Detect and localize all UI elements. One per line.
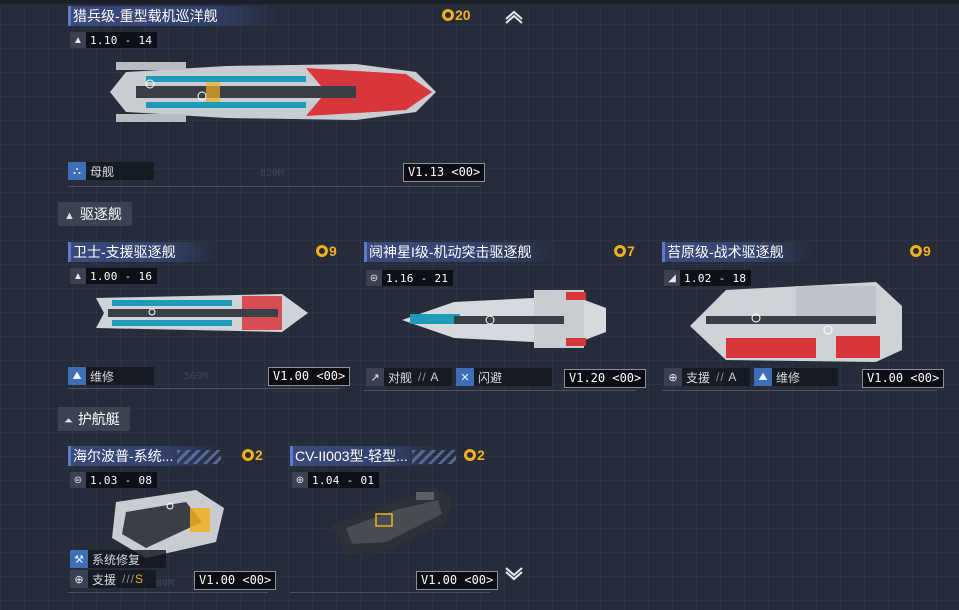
coin-icon [614, 245, 626, 257]
version-label: V1.00 <00> [416, 571, 499, 590]
ship-title: 猎兵级-重型载机巡洋舰 [68, 6, 279, 26]
version-label: V1.13 <00> [403, 163, 486, 182]
role-tag: ⛬ 母舰 [68, 162, 154, 180]
system-repair-icon: ⚒ [70, 550, 88, 568]
section-header-destroyer[interactable]: ▲ 驱逐舰 [58, 202, 132, 226]
version-label: V1.00 <00> [268, 367, 351, 386]
ship-card-yueshen[interactable]: 阋神星I级-机动突击驱逐舰 7 ⊜ 1.16 - 21 ↗ 对舰 // A ✕ … [364, 242, 647, 391]
ship-title: CV-II003型-轻型... [290, 446, 456, 466]
role-tag-2: ⛰ 维修 [754, 368, 838, 386]
ship-class-icon: ⊜ [70, 472, 86, 488]
escort-class-icon: ⏶ [64, 415, 73, 427]
destroyer-class-icon: ▲ [64, 210, 75, 222]
evade-icon: ✕ [456, 368, 474, 386]
coin-icon [442, 9, 454, 21]
ship-cost: 9 [316, 242, 337, 260]
ship-title: 海尔波普-系统... [68, 446, 222, 466]
card-baseline [68, 186, 480, 187]
coin-icon [316, 245, 328, 257]
role-grade: // A [418, 370, 440, 384]
carrier-role-icon: ⛬ [68, 162, 86, 180]
title-stripes [411, 450, 456, 465]
card-baseline [662, 390, 936, 391]
ship-class-icon: ▲ [70, 268, 86, 284]
ship-title: 苔原级-战术驱逐舰 [662, 242, 813, 262]
ship-title: 卫士-支援驱逐舰 [68, 242, 219, 262]
section-header-escort[interactable]: ⏶ 护航艇 [58, 407, 130, 431]
ship-image [96, 294, 308, 332]
coin-icon [464, 449, 476, 461]
coin-icon [242, 449, 254, 461]
ship-card-cv[interactable]: CV-II003型-轻型... 2 ⊕ 1.04 - 01 V1.00 <00> [290, 446, 499, 596]
ship-title: 阋神星I级-机动突击驱逐舰 [364, 242, 559, 262]
role-tag-2: ✕ 闪避 [456, 368, 552, 386]
role-tag-1: ↗ 对舰 // A [366, 368, 452, 386]
repair-icon: ⛰ [754, 368, 772, 386]
ship-cost: 9 [910, 242, 931, 260]
ship-card-carrier[interactable]: 猎兵级-重型载机巡洋舰 20 ▲ 1.10 - 14 ⛬ 母舰 V1.13 <0… [68, 6, 486, 187]
version-label: V1.00 <00> [194, 571, 277, 590]
card-baseline [68, 592, 268, 593]
role-tag-2: ⊕ 支援 ///S [70, 570, 156, 588]
version-tag: ▲ 1.00 - 16 [70, 268, 158, 284]
ship-class-icon: ⊜ [366, 270, 382, 286]
ship-cost: 2 [464, 446, 485, 464]
role-tag-1: ⊕ 支援 // A [664, 368, 750, 386]
support-icon: ⊕ [664, 368, 682, 386]
card-baseline [68, 388, 340, 389]
card-baseline [364, 390, 636, 391]
scroll-down-chevron-icon[interactable] [502, 566, 526, 584]
repair-icon: ⛰ [68, 367, 86, 385]
ship-cost: 20 [442, 6, 471, 24]
anti-ship-icon: ↗ [366, 368, 384, 386]
role-grade: ///S [122, 572, 145, 586]
title-stripes [177, 450, 222, 465]
role-grade: // A [716, 370, 738, 384]
ship-class-icon: ◢ [664, 270, 680, 286]
ship-image [332, 490, 452, 554]
ship-card-hairbop[interactable]: 海尔波普-系统... 2 ⊜ 1.03 - 08 ⚒ 系统修复 ⊕ 支援 ///… [68, 446, 277, 596]
ship-cost: 2 [242, 446, 263, 464]
ship-image [690, 282, 902, 362]
ship-image [110, 62, 436, 122]
card-baseline [290, 592, 490, 593]
scroll-up-chevron-icon[interactable] [502, 7, 526, 25]
globe-icon: ⊕ [292, 472, 308, 488]
version-label: V1.00 <00> [862, 369, 945, 388]
ship-class-icon: ▲ [70, 32, 86, 48]
ship-card-guard[interactable]: 卫士-支援驱逐舰 9 ▲ 1.00 - 16 ⛰ 维修 V1.00 <00> [68, 242, 351, 390]
support-icon: ⊕ [70, 570, 88, 588]
version-label: V1.20 <00> [564, 369, 647, 388]
version-tag: ⊜ 1.16 - 21 [366, 270, 454, 286]
coin-icon [910, 245, 922, 257]
role-tag: ⛰ 维修 [68, 367, 154, 385]
role-tag-1: ⚒ 系统修复 [70, 550, 166, 568]
ship-cost: 7 [614, 242, 635, 260]
ship-card-taiyuan[interactable]: 苔原级-战术驱逐舰 9 ◢ 1.02 - 18 ⊕ 支援 // A ⛰ 维修 V… [662, 242, 945, 391]
top-bar [0, 0, 959, 4]
version-tag: ▲ 1.10 - 14 [70, 32, 158, 48]
ship-image [402, 290, 606, 348]
